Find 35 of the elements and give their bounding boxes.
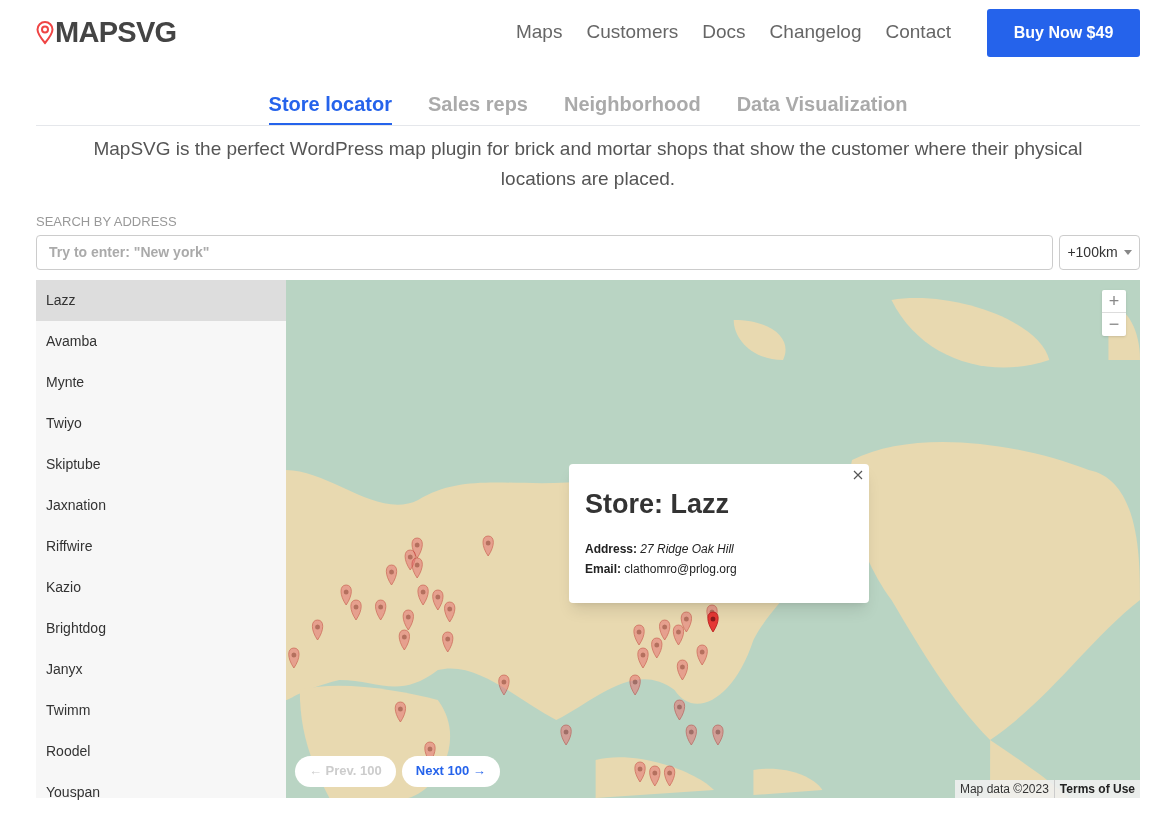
map-pin-icon [36, 20, 54, 45]
caret-icon [1123, 249, 1132, 255]
store-list-item[interactable]: Youspan [36, 771, 286, 813]
store-list-item[interactable]: Kazio [36, 566, 286, 608]
store-list-item[interactable]: Riffwire [36, 525, 286, 567]
store-list-item[interactable]: Skiptube [36, 443, 286, 485]
search-field[interactable]: Try to enter: "New york" [36, 234, 1053, 270]
store-list-item[interactable]: Roodel [36, 730, 286, 772]
nav-link[interactable]: Maps [515, 18, 563, 47]
popup-title: Store: Lazz [585, 487, 731, 521]
zoom-in-button[interactable]: + [1102, 289, 1126, 313]
store-list-item[interactable]: Twimm [36, 689, 286, 731]
nav-link[interactable]: Contact [885, 18, 951, 47]
distance-dropdown[interactable]: +100km [1059, 234, 1140, 270]
nav-link[interactable]: Customers [586, 18, 679, 47]
search-label: SEARCH BY ADDRESS [36, 213, 178, 231]
close-icon[interactable] [853, 469, 863, 480]
store-list-item[interactable]: Mynte [36, 361, 286, 403]
nav-link[interactable]: Changelog [769, 18, 862, 47]
popup-address: Address: 27 Ridge Oak Hill [585, 541, 735, 558]
store-list-item[interactable]: Jaxnation [36, 484, 286, 526]
logo-text: MAPSVG [55, 14, 177, 50]
terms-link[interactable]: Terms of Use [1054, 779, 1140, 798]
store-list-item[interactable]: Twiyo [36, 402, 286, 444]
popup-email: Email: clathomro@prlog.org [585, 561, 738, 578]
map-data-attribution: Map data ©2023 [954, 779, 1055, 798]
store-list-item[interactable]: Avamba [36, 320, 286, 362]
zoom-out-button[interactable]: − [1102, 312, 1126, 336]
nav-link[interactable]: Docs [702, 18, 746, 47]
tab[interactable]: Store locator [268, 89, 392, 125]
store-list-item[interactable]: Lazz [36, 279, 286, 321]
store-list-item[interactable]: Brightdog [36, 607, 286, 649]
store-list-item[interactable]: Janyx [36, 648, 286, 690]
description: MapSVG is the perfect WordPress map plugin for brick and mortar shops that show the customer where their physical locations are placed. [92, 137, 1084, 191]
buy-now-button[interactable]: Buy Now $49 [987, 8, 1140, 57]
